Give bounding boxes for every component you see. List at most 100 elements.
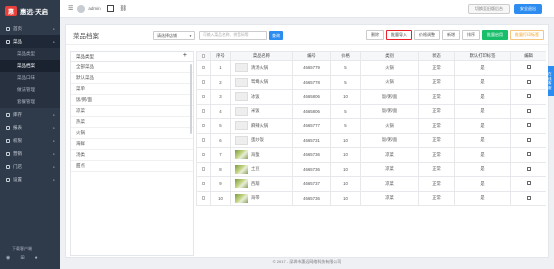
user-name[interactable]: admin: [88, 6, 100, 11]
row-checkbox[interactable]: [201, 138, 206, 142]
row-checkbox[interactable]: [201, 80, 206, 84]
apple-icon[interactable]: ●: [35, 255, 38, 261]
row-select-cell[interactable]: [196, 89, 211, 105]
row-select-cell[interactable]: [196, 74, 211, 90]
table-row[interactable]: 10 海带 4665736 10 凉菜 正常是: [196, 190, 546, 206]
row-checkbox[interactable]: [201, 65, 206, 70]
android-icon[interactable]: ◉: [6, 255, 10, 261]
sidebar-item[interactable]: 设置 ▸: [0, 173, 60, 186]
row-checkbox[interactable]: [201, 196, 206, 200]
row-checkbox[interactable]: [201, 167, 206, 171]
edit-icon[interactable]: [526, 94, 531, 99]
sidebar-item[interactable]: 首页 ▸: [0, 22, 60, 35]
select-all-checkbox[interactable]: [201, 54, 206, 58]
sidebar-subitem[interactable]: 菜品口味: [0, 72, 60, 84]
edit-icon[interactable]: [526, 152, 531, 157]
edit-cell[interactable]: [510, 60, 546, 76]
category-item[interactable]: 全部菜品: [71, 62, 193, 73]
row-checkbox[interactable]: [201, 109, 206, 113]
table-row[interactable]: 1 清汤火锅 4665779 5 火锅 正常是: [196, 60, 546, 76]
row-checkbox[interactable]: [201, 123, 206, 128]
select-all-cell[interactable]: [196, 51, 211, 61]
sidebar-item[interactable]: 门店 ▸: [0, 160, 60, 173]
sidebar-item[interactable]: 权限 ▸: [0, 134, 60, 147]
edit-icon[interactable]: [526, 123, 531, 128]
row-select-cell[interactable]: [196, 176, 211, 192]
avatar[interactable]: [77, 4, 86, 13]
edit-cell[interactable]: [510, 103, 546, 119]
edit-icon[interactable]: [526, 108, 531, 113]
edit-icon[interactable]: [526, 195, 531, 200]
row-select-cell[interactable]: [196, 147, 211, 163]
table-row[interactable]: 2 鸳鸯火锅 4665778 5 火锅 正常是: [196, 74, 546, 90]
sidebar-subitem[interactable]: 菜品类型: [0, 48, 60, 60]
row-select-cell[interactable]: [196, 161, 211, 177]
dish-name-cell: 海蜇: [230, 147, 293, 163]
category-item[interactable]: 海鲜: [71, 139, 193, 150]
row-checkbox[interactable]: [201, 152, 206, 157]
edit-icon[interactable]: [526, 65, 531, 70]
store-select[interactable]: 请选择店铺 ▼: [153, 31, 195, 40]
row-select-cell[interactable]: [196, 118, 211, 134]
windows-icon[interactable]: ⊞: [20, 255, 24, 261]
category-scrollbar[interactable]: [190, 64, 192, 134]
edit-cell[interactable]: [510, 176, 546, 192]
row-select-cell[interactable]: [196, 103, 211, 119]
delete-button[interactable]: 删除: [366, 30, 384, 40]
category-item[interactable]: 火锅: [71, 128, 193, 139]
sidebar-item[interactable]: 菜品 ▸: [0, 35, 60, 48]
sidebar-item[interactable]: 营销 ▸: [0, 147, 60, 160]
edit-icon[interactable]: [526, 166, 531, 171]
table-row[interactable]: 9 西葫 4665737 10 凉菜 正常是: [196, 176, 546, 192]
edit-cell[interactable]: [510, 74, 546, 90]
table-row[interactable]: 4 米饭 4665806 5 饭/粥/面 正常是: [196, 103, 546, 119]
row-checkbox[interactable]: [201, 94, 206, 99]
category-item[interactable]: 汤类: [71, 150, 193, 161]
row-select-cell[interactable]: [196, 190, 211, 206]
qrcode-icon[interactable]: [106, 5, 114, 12]
edit-cell[interactable]: [510, 118, 546, 134]
edit-cell[interactable]: [510, 161, 546, 177]
table-row[interactable]: 7 海蜇 4665736 10 凉菜 正常是: [196, 147, 546, 163]
sidebar-subitem[interactable]: 菜品档案: [0, 60, 60, 72]
category-item[interactable]: 热菜: [71, 117, 193, 128]
edit-icon[interactable]: [526, 181, 531, 186]
category-item[interactable]: 默认菜品: [71, 73, 193, 84]
online-service-tab[interactable]: 在线客服: [548, 66, 554, 96]
menu-toggle-icon[interactable]: ☰: [68, 5, 73, 12]
sidebar-item[interactable]: 报表 ▸: [0, 121, 60, 134]
row-select-cell[interactable]: [196, 132, 211, 148]
category-item[interactable]: 饭/粥/面: [71, 95, 193, 106]
row-checkbox[interactable]: [201, 181, 206, 186]
logout-button[interactable]: 安全退出: [514, 4, 542, 14]
edit-icon[interactable]: [526, 79, 531, 84]
batch-import-button[interactable]: 批量导入: [386, 30, 412, 40]
category-item[interactable]: 凉菜: [71, 106, 193, 117]
price-adjust-button[interactable]: 价格调整: [414, 30, 440, 40]
edit-icon[interactable]: [526, 137, 531, 142]
edit-cell[interactable]: [510, 132, 546, 148]
search-input[interactable]: 可输入菜品名称、拼音码等: [199, 31, 267, 40]
edit-cell[interactable]: [510, 89, 546, 105]
download-client-link[interactable]: 下载客户端: [0, 243, 60, 255]
add-button[interactable]: 新增: [442, 30, 460, 40]
edit-cell[interactable]: [510, 190, 546, 206]
batch-print-label-button[interactable]: 批量打印标签: [510, 30, 544, 40]
table-row[interactable]: 8 土豆 4665736 10 凉菜 正常是: [196, 161, 546, 177]
switch-old-version-button[interactable]: 切换至旧版后台: [468, 4, 510, 14]
row-select-cell[interactable]: [196, 60, 211, 76]
edit-cell[interactable]: [510, 147, 546, 163]
table-row[interactable]: 3 冰饭 4665806 10 饭/粥/面 正常是: [196, 89, 546, 105]
category-item[interactable]: 菜单: [71, 84, 193, 95]
sidebar-subitem[interactable]: 做法管理: [0, 84, 60, 96]
category-item[interactable]: 甜点: [71, 161, 193, 172]
add-category-icon[interactable]: +: [183, 52, 187, 59]
table-row[interactable]: 6 蛋炒饭 4665731 10 饭/粥/面 正常是: [196, 132, 546, 148]
batch-enable-button[interactable]: 批量启用: [482, 30, 508, 40]
search-button[interactable]: 查询: [269, 31, 283, 40]
sidebar-subitem[interactable]: 套餐管理: [0, 96, 60, 108]
table-row[interactable]: 5 麻辣火锅 4665777 5 火锅 正常是: [196, 118, 546, 134]
sidebar-item[interactable]: 库存 ▸: [0, 108, 60, 121]
link-icon[interactable]: ⛓: [120, 5, 128, 12]
sort-button[interactable]: 排序: [462, 30, 480, 40]
